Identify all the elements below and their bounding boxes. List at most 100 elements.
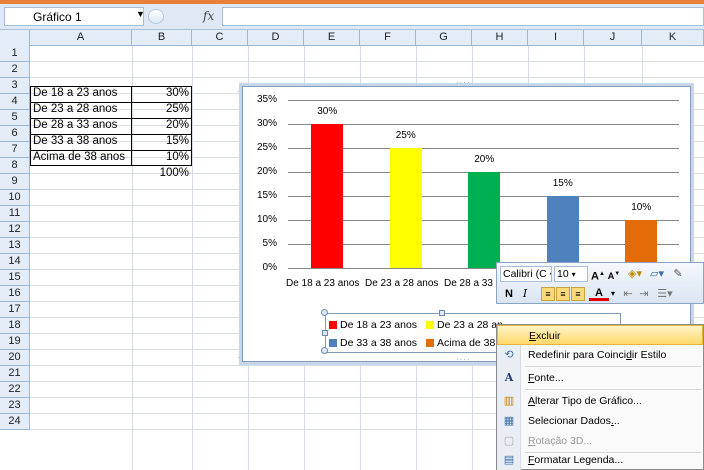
chart[interactable]: ···· ···· · · 0% 5% 10% 15% 20% 25% 30% 35% 30% 2… xyxy=(237,78,694,365)
row-header[interactable]: 4 xyxy=(0,94,30,110)
bar-data-label[interactable]: 20% xyxy=(464,154,504,165)
row-header[interactable]: 6 xyxy=(0,126,30,142)
row-header[interactable]: 10 xyxy=(0,190,30,206)
chevron-down-icon[interactable]: ▾ xyxy=(572,270,576,279)
cell-b7[interactable]: 10% xyxy=(132,150,192,166)
decrease-indent-icon[interactable]: ⇤ xyxy=(621,286,635,302)
menu-item-font[interactable]: A Fonte... xyxy=(497,368,703,388)
bar-data-label[interactable]: 25% xyxy=(386,130,426,141)
chart-bar[interactable] xyxy=(468,172,501,268)
legend-item-4[interactable]: De 33 a 38 anos xyxy=(329,337,417,349)
column-header-a[interactable]: A xyxy=(30,30,132,46)
cell-b5[interactable]: 20% xyxy=(132,118,192,134)
chevron-down-icon[interactable]: ▾ xyxy=(550,270,551,279)
bar-data-label[interactable]: 15% xyxy=(543,178,583,189)
font-name-box[interactable]: Calibri (C ▾ xyxy=(500,266,552,282)
chevron-down-icon[interactable]: ▾ xyxy=(609,286,617,302)
row-header[interactable]: 21 xyxy=(0,366,30,382)
menu-item-change-chart-type[interactable]: ▥ Alterar Tipo de Gráfico... xyxy=(497,391,703,411)
row-header[interactable]: 18 xyxy=(0,318,30,334)
menu-item-select-data[interactable]: ▦ Selecionar Dados... xyxy=(497,411,703,431)
cell-b8[interactable]: 100% xyxy=(132,166,192,182)
increase-indent-icon[interactable]: ⇥ xyxy=(637,286,651,302)
menu-item-format-legend[interactable]: ▤ Formatar Legenda... xyxy=(497,450,703,470)
row-header[interactable]: 7 xyxy=(0,142,30,158)
row-header[interactable]: 22 xyxy=(0,382,30,398)
column-header-i[interactable]: I xyxy=(528,30,584,46)
column-header-b[interactable]: B xyxy=(132,30,192,46)
italic-button[interactable]: I xyxy=(519,286,531,302)
bar-data-label[interactable]: 10% xyxy=(621,202,661,213)
row-header[interactable]: 17 xyxy=(0,302,30,318)
cell-b3[interactable]: 30% xyxy=(132,86,192,102)
row-header[interactable]: 13 xyxy=(0,238,30,254)
cell-a5[interactable]: De 28 a 33 anos xyxy=(30,118,132,134)
font-color-icon[interactable]: A xyxy=(589,286,609,301)
cell-a7[interactable]: Acima de 38 anos xyxy=(30,150,132,166)
row-header[interactable]: 20 xyxy=(0,350,30,366)
shrink-font-icon[interactable]: A▼ xyxy=(607,266,621,282)
row-header[interactable]: 12 xyxy=(0,222,30,238)
legend-item-1[interactable]: De 18 a 23 anos xyxy=(329,319,417,331)
column-header-g[interactable]: G xyxy=(416,30,472,46)
cell-a3[interactable]: De 18 a 23 anos xyxy=(30,86,132,102)
bold-button[interactable]: N xyxy=(503,286,515,302)
legend-handle[interactable] xyxy=(321,347,328,354)
align-right-icon[interactable]: ≡ xyxy=(571,287,585,301)
line-color-icon[interactable]: ▱▾ xyxy=(647,266,667,282)
row-header[interactable]: 15 xyxy=(0,270,30,286)
column-header-h[interactable]: H xyxy=(472,30,528,46)
column-header-j[interactable]: J xyxy=(584,30,642,46)
column-header-k[interactable]: K xyxy=(642,30,704,46)
cell-a4[interactable]: De 23 a 28 anos xyxy=(30,102,132,118)
row-header[interactable]: 23 xyxy=(0,398,30,414)
grow-font-icon[interactable]: A▲ xyxy=(591,266,605,283)
column-header-d[interactable]: D xyxy=(248,30,304,46)
legend-handle[interactable] xyxy=(322,330,328,336)
chevron-down-icon[interactable]: ▼ xyxy=(136,9,145,19)
formula-bar-splitter[interactable] xyxy=(148,9,164,24)
cell-a6[interactable]: De 33 a 38 anos xyxy=(30,134,132,150)
legend-item-5[interactable]: Acima de 38 a xyxy=(426,337,504,349)
cell-b6[interactable]: 15% xyxy=(132,134,192,150)
chart-resize-handle-bottom-left[interactable]: · xyxy=(237,353,241,362)
select-all-corner[interactable] xyxy=(0,30,30,46)
bullets-icon[interactable]: ☰▾ xyxy=(655,286,675,302)
chart-resize-handle-top-left[interactable]: · xyxy=(237,87,241,96)
formula-input[interactable] xyxy=(222,7,704,26)
align-left-icon[interactable]: ≡ xyxy=(541,287,555,301)
column-header-c[interactable]: C xyxy=(192,30,248,46)
row-header[interactable]: 16 xyxy=(0,286,30,302)
column-header-f[interactable]: F xyxy=(360,30,416,46)
row-header[interactable]: 2 xyxy=(0,62,30,78)
row-header[interactable]: 5 xyxy=(0,110,30,126)
fill-color-icon[interactable]: ◈▾ xyxy=(625,266,645,282)
font-size-box[interactable]: 10 ▾ xyxy=(554,266,588,282)
menu-item-delete[interactable]: Excluir xyxy=(497,325,703,345)
chart-bar[interactable] xyxy=(311,124,344,268)
row-header[interactable]: 8 xyxy=(0,158,30,174)
cell-b4[interactable]: 25% xyxy=(132,102,192,118)
insert-function-icon[interactable]: fx xyxy=(203,9,214,23)
row-header[interactable]: 11 xyxy=(0,206,30,222)
chart-bar[interactable] xyxy=(546,196,579,268)
legend-handle[interactable] xyxy=(321,309,328,316)
row-header[interactable]: 19 xyxy=(0,334,30,350)
legend-handle[interactable] xyxy=(439,310,445,316)
name-box[interactable]: Gráfico 1 ▼ xyxy=(4,7,145,26)
row-header[interactable]: 9 xyxy=(0,174,30,190)
menu-item-reset-style[interactable]: ⟲ Redefinir para Coincidir Estilo xyxy=(497,345,703,365)
chart-bar[interactable] xyxy=(625,220,658,268)
chart-resize-handle-top[interactable]: ···· xyxy=(456,78,471,87)
format-painter-icon[interactable]: ✎ xyxy=(671,266,685,282)
row-header[interactable]: 14 xyxy=(0,254,30,270)
bar-data-label[interactable]: 30% xyxy=(307,106,347,117)
row-header[interactable]: 3 xyxy=(0,78,30,94)
align-center-icon[interactable]: ≡ xyxy=(556,287,570,301)
row-header[interactable]: 1 xyxy=(0,46,30,62)
column-header-e[interactable]: E xyxy=(304,30,360,46)
menu-item-3d-rotation[interactable]: ▢ Rotação 3D... xyxy=(497,431,703,451)
legend-item-2[interactable]: De 23 a 28 an xyxy=(426,319,503,331)
row-header[interactable]: 24 xyxy=(0,414,30,430)
chart-bar[interactable] xyxy=(389,148,422,268)
